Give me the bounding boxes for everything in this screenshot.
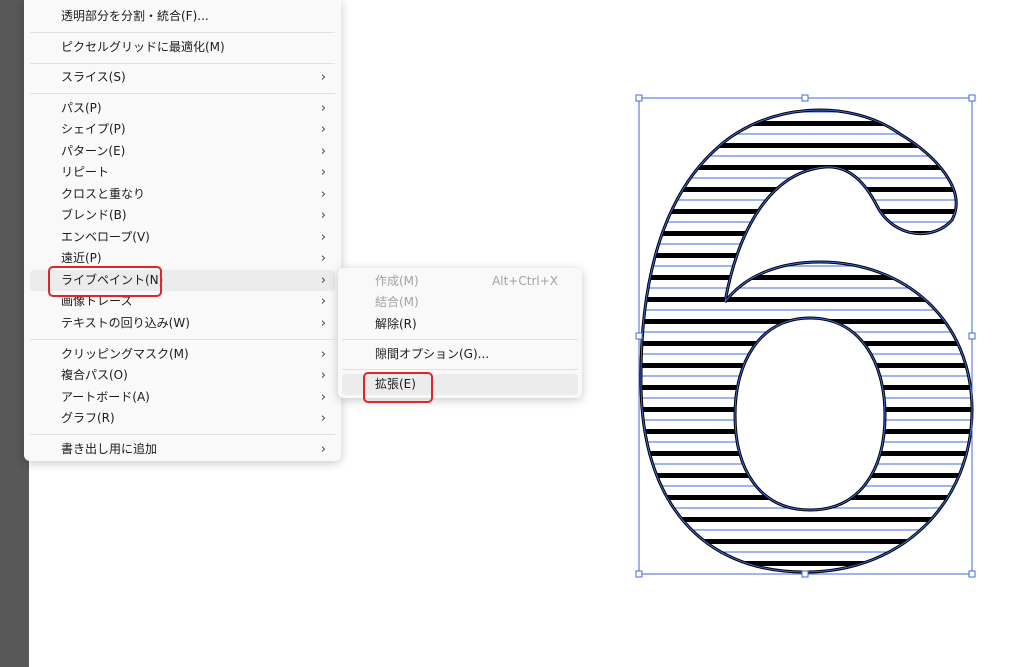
menu-item-label: パターン(E) [61,144,126,158]
menu-item-image-trace[interactable]: 画像トレース › [30,291,335,312]
chevron-right-icon: › [320,368,326,383]
menu-item-flatten-transparency[interactable]: 透明部分を分割・統合(F)... [30,6,335,27]
menu-item-slice[interactable]: スライス(S) › [30,67,335,88]
menu-item-label: クリッピングマスク(M) [61,347,189,361]
submenu-item-label: 作成(M) [375,274,419,288]
menu-item-clipping-mask[interactable]: クリッピングマスク(M) › [30,344,335,365]
chevron-right-icon: › [320,390,326,405]
menu-item-graph[interactable]: グラフ(R) › [30,408,335,429]
resize-handle[interactable] [968,332,976,340]
resize-handle[interactable] [801,570,809,578]
chevron-right-icon: › [320,165,326,180]
submenu-separator [342,339,578,340]
menu-separator [30,434,335,435]
menu-separator [30,339,335,340]
menu-item-label: ライブペイント(N) [61,273,164,287]
menu-item-label: グラフ(R) [61,411,115,425]
menu-item-artboards[interactable]: アートボード(A) › [30,387,335,408]
menu-item-label: スライス(S) [61,70,126,84]
menu-item-envelope[interactable]: エンベロープ(V) › [30,227,335,248]
chevron-right-icon: › [320,251,326,266]
submenu-separator [342,369,578,370]
chevron-right-icon: › [320,442,326,457]
menu-item-shape[interactable]: シェイプ(P) › [30,119,335,140]
menu-item-live-paint[interactable]: ライブペイント(N) › [30,270,335,291]
menu-item-blend[interactable]: ブレンド(B) › [30,205,335,226]
chevron-right-icon: › [320,347,326,362]
submenu-item-label: 結合(M) [375,295,419,309]
menu-item-perspective[interactable]: 遠近(P) › [30,248,335,269]
resize-handle[interactable] [635,94,643,102]
shortcut-label: Alt+Ctrl+X [492,274,558,288]
resize-handle[interactable] [968,94,976,102]
menu-item-pixel-grid[interactable]: ピクセルグリッドに最適化(M) [30,37,335,58]
submenu-item-release[interactable]: 解除(R) [342,314,578,335]
submenu-item-make[interactable]: 作成(M) Alt+Ctrl+X [342,271,578,292]
menu-item-label: テキストの回り込み(W) [61,316,190,330]
submenu-item-label: 拡張(E) [375,377,416,391]
chevron-right-icon: › [320,230,326,245]
live-paint-submenu: 作成(M) Alt+Ctrl+X 結合(M) 解除(R) 隙間オプション(G).… [338,268,582,398]
submenu-item-expand[interactable]: 拡張(E) [342,374,578,395]
chevron-right-icon: › [320,411,326,426]
chevron-right-icon: › [320,316,326,331]
menu-item-label: リピート [61,165,110,179]
menu-item-label: 複合パス(O) [61,368,128,382]
menu-item-label: シェイプ(P) [61,122,126,136]
menu-item-path[interactable]: パス(P) › [30,98,335,119]
menu-item-compound-path[interactable]: 複合パス(O) › [30,365,335,386]
resize-handle[interactable] [801,94,809,102]
menu-item-label: アートボード(A) [61,390,150,404]
submenu-item-gap-options[interactable]: 隙間オプション(G)... [342,344,578,365]
menu-item-text-wrap[interactable]: テキストの回り込み(W) › [30,313,335,334]
menu-item-pattern[interactable]: パターン(E) › [30,141,335,162]
chevron-right-icon: › [320,187,326,202]
menu-item-label: 遠近(P) [61,251,102,265]
menu-item-label: 画像トレース [61,294,133,308]
resize-handle[interactable] [635,570,643,578]
menu-item-label: ピクセルグリッドに最適化(M) [61,40,225,54]
menu-item-add-for-export[interactable]: 書き出し用に追加 › [30,439,335,460]
menu-separator [30,63,335,64]
menu-item-repeat[interactable]: リピート › [30,162,335,183]
menu-item-intertwine[interactable]: クロスと重なり › [30,184,335,205]
menu-item-label: ブレンド(B) [61,208,127,222]
resize-handle[interactable] [968,570,976,578]
resize-handle[interactable] [635,332,643,340]
menu-item-label: エンベロープ(V) [61,230,150,244]
menu-item-label: クロスと重なり [61,187,146,201]
chevron-right-icon: › [320,122,326,137]
submenu-item-label: 隙間オプション(G)... [375,347,490,361]
menu-separator [30,32,335,33]
chevron-right-icon: › [320,294,326,309]
menu-item-label: 透明部分を分割・統合(F)... [61,9,209,23]
menu-item-label: パス(P) [61,101,102,115]
menu-item-label: 書き出し用に追加 [61,442,158,456]
chevron-right-icon: › [320,273,326,288]
chevron-right-icon: › [320,144,326,159]
menu-separator [30,93,335,94]
chevron-right-icon: › [320,208,326,223]
object-menu: 透明部分を分割・統合(F)... ピクセルグリッドに最適化(M) スライス(S)… [24,0,341,461]
submenu-item-label: 解除(R) [375,317,417,331]
chevron-right-icon: › [320,101,326,116]
chevron-right-icon: › [320,70,326,85]
submenu-item-merge[interactable]: 結合(M) [342,292,578,313]
